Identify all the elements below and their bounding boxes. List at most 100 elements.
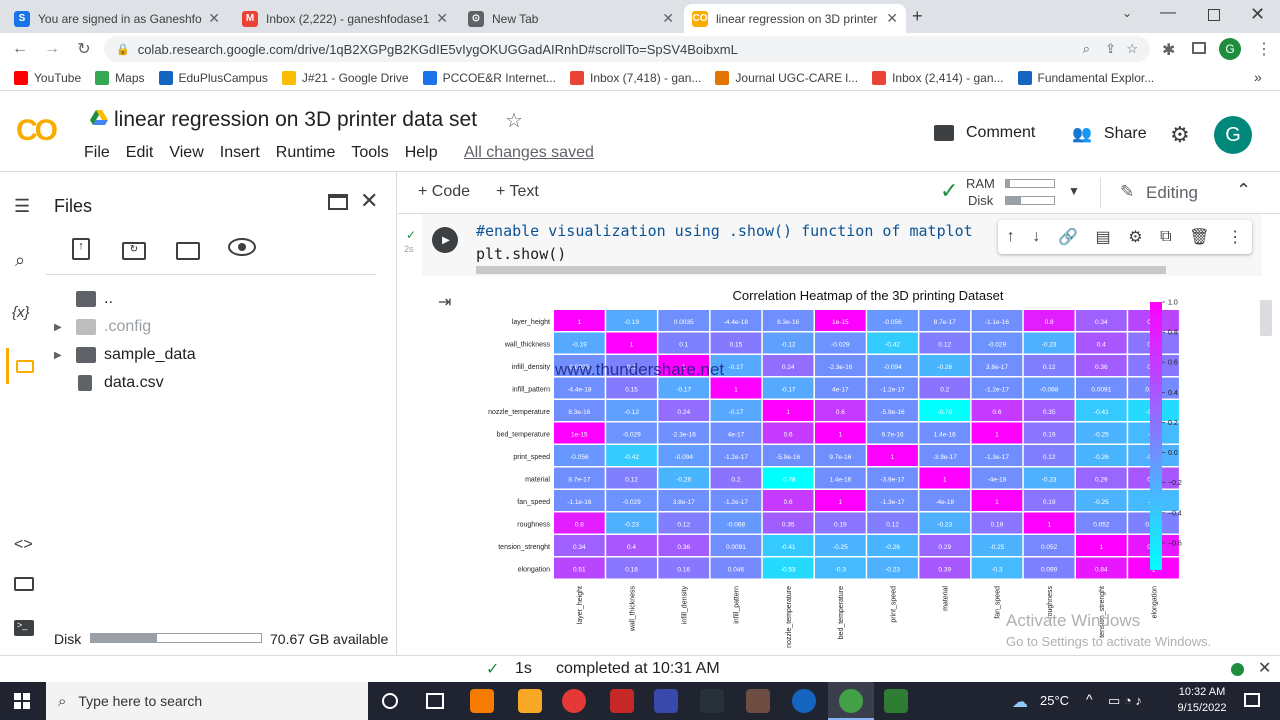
browser-tab[interactable]: ⊙ New Tab ✕ [460, 4, 682, 33]
comment-cell-icon[interactable]: ▤ [1096, 227, 1111, 247]
menu-file[interactable]: File [84, 144, 110, 162]
share-button[interactable]: 👥 Share [1072, 124, 1147, 144]
expand-caret-icon[interactable]: ▶ [54, 322, 76, 333]
mirror-cell-icon[interactable]: ⧉ [1160, 228, 1171, 246]
disk-resource-bar[interactable] [1005, 196, 1055, 205]
editing-pencil-icon[interactable]: ✎ [1120, 182, 1134, 202]
bookmark-item[interactable]: J#21 - Google Drive [281, 70, 409, 85]
chrome-icon[interactable] [562, 689, 586, 713]
add-code-button[interactable]: + Code [418, 183, 470, 201]
forward-arrow-icon[interactable]: → [40, 40, 64, 58]
bookmark-item[interactable]: YouTube [14, 70, 81, 85]
browser-tab[interactable]: S You are signed in as Ganeshfodar ✕ [6, 4, 228, 33]
settings-gear-icon[interactable]: ⚙ [1170, 122, 1190, 148]
tray-icons[interactable]: ▭ ◔ ♪ [1108, 693, 1142, 709]
menu-insert[interactable]: Insert [220, 144, 260, 162]
status-close-icon[interactable]: ✕ [1258, 658, 1271, 678]
app-icon[interactable] [654, 689, 678, 713]
file-explorer-icon[interactable] [518, 689, 542, 713]
code-snippets-icon[interactable]: <> [14, 536, 33, 554]
browser-tab[interactable]: CO linear regression on 3D printer da ✕ [684, 4, 906, 33]
editing-label[interactable]: Editing [1146, 183, 1198, 203]
show-hidden-eye-icon[interactable] [228, 238, 256, 256]
task-view-icon[interactable] [426, 693, 444, 709]
bookmark-item[interactable]: EduPlusCampus [158, 70, 268, 85]
folder-item[interactable]: ▶ sample_data [54, 344, 354, 366]
open-in-tab-icon[interactable] [328, 194, 348, 210]
link-icon[interactable]: 🔗 [1058, 227, 1078, 247]
notifications-icon[interactable] [1244, 693, 1260, 707]
vertical-scrollbar[interactable] [1260, 300, 1272, 336]
resources-dropdown-icon[interactable]: ▼ [1068, 184, 1080, 198]
tray-chevron-icon[interactable]: ^ [1086, 691, 1093, 707]
tab-close-icon[interactable]: ✕ [886, 10, 898, 27]
parent-directory[interactable]: .. [54, 288, 354, 310]
windows-start-icon[interactable] [14, 693, 30, 709]
maximize-icon[interactable] [1208, 9, 1220, 21]
weather-cloud-icon[interactable]: ☁ [1012, 692, 1028, 712]
move-down-icon[interactable]: ↓ [1032, 228, 1040, 246]
menu-runtime[interactable]: Runtime [276, 144, 336, 162]
pycharm-icon[interactable] [700, 689, 724, 713]
user-avatar[interactable]: G [1214, 116, 1252, 154]
zoom-icon[interactable]: ⌕ [1083, 41, 1090, 57]
menu-help[interactable]: Help [405, 144, 438, 162]
extensions-icon[interactable]: ✱ [1162, 40, 1175, 60]
move-up-icon[interactable]: ↑ [1007, 228, 1015, 246]
app-icon[interactable] [746, 689, 770, 713]
clock-time[interactable]: 10:32 AM [1176, 686, 1228, 698]
expand-caret-icon[interactable]: ▶ [54, 350, 76, 361]
comment-button[interactable]: Comment [934, 124, 1035, 142]
mount-drive-icon[interactable] [176, 242, 200, 260]
bookmarks-overflow[interactable]: » [1254, 69, 1262, 85]
browser-tab[interactable]: M Inbox (2,222) - ganeshfodase10@ ✕ [234, 4, 456, 33]
webex-icon[interactable] [792, 689, 816, 713]
cell-settings-icon[interactable]: ⚙ [1128, 227, 1142, 247]
menu-view[interactable]: View [169, 144, 203, 162]
bookmark-item[interactable]: Inbox (2,414) - gan... [872, 70, 1004, 85]
share-page-icon[interactable]: ⇪ [1105, 41, 1116, 57]
close-panel-icon[interactable]: ✕ [360, 188, 378, 214]
upload-icon[interactable]: ↑ [72, 238, 90, 260]
tab-close-icon[interactable]: ✕ [662, 10, 674, 27]
bookmark-item[interactable]: Fundamental Explor... [1017, 70, 1154, 85]
colab-logo[interactable]: CO [16, 114, 58, 148]
bookmark-item[interactable]: PCCOE&R Internet... [422, 70, 556, 85]
acrobat-icon[interactable] [610, 689, 634, 713]
run-cell-button[interactable]: ▶ [432, 227, 458, 253]
horizontal-scrollbar[interactable] [476, 266, 1166, 274]
browser-menu-icon[interactable]: ⋮ [1256, 39, 1272, 59]
new-tab-button[interactable]: + [912, 6, 923, 27]
temperature[interactable]: 25°C [1040, 693, 1069, 708]
url-field[interactable]: 🔒 colab.research.google.com/drive/1qB2XG… [104, 36, 1150, 62]
bookmark-star-icon[interactable]: ☆ [1126, 41, 1138, 57]
tab-close-icon[interactable]: ✕ [208, 10, 220, 27]
terminal-icon[interactable]: >_ [14, 620, 34, 636]
status-completed[interactable]: completed at 10:31 AM [556, 660, 720, 678]
sidepanel-icon[interactable] [1192, 42, 1206, 54]
delete-cell-icon[interactable]: 🗑 [1189, 227, 1209, 247]
profile-avatar[interactable]: G [1219, 38, 1241, 60]
more-options-icon[interactable]: ⋮ [1227, 227, 1243, 247]
refresh-folder-icon[interactable]: ↻ [122, 242, 146, 260]
reload-icon[interactable]: ↻ [72, 39, 96, 59]
add-text-button[interactable]: + Text [496, 183, 539, 201]
cortana-icon[interactable] [382, 693, 398, 709]
notebook-title[interactable]: linear regression on 3D printer data set [114, 108, 477, 132]
vlc-icon[interactable] [470, 689, 494, 713]
active-chrome-task[interactable] [828, 682, 874, 720]
folder-item[interactable]: ▶ .config [54, 316, 354, 338]
excel-icon[interactable] [884, 689, 908, 713]
bookmark-item[interactable]: Journal UGC-CARE l... [715, 70, 858, 85]
ram-bar[interactable] [1005, 179, 1055, 188]
minimize-icon[interactable]: — [1160, 4, 1176, 22]
search-icon[interactable]: ⌕ [15, 250, 25, 271]
star-icon[interactable]: ☆ [505, 108, 523, 133]
tab-close-icon[interactable]: ✕ [436, 10, 448, 27]
menu-edit[interactable]: Edit [126, 144, 154, 162]
output-icon[interactable]: ⇥ [438, 292, 451, 312]
collapse-header-icon[interactable]: ⌃ [1236, 180, 1251, 201]
menu-tools[interactable]: Tools [351, 144, 388, 162]
bookmark-item[interactable]: Inbox (7,418) - gan... [569, 70, 701, 85]
saved-status[interactable]: All changes saved [464, 144, 594, 162]
